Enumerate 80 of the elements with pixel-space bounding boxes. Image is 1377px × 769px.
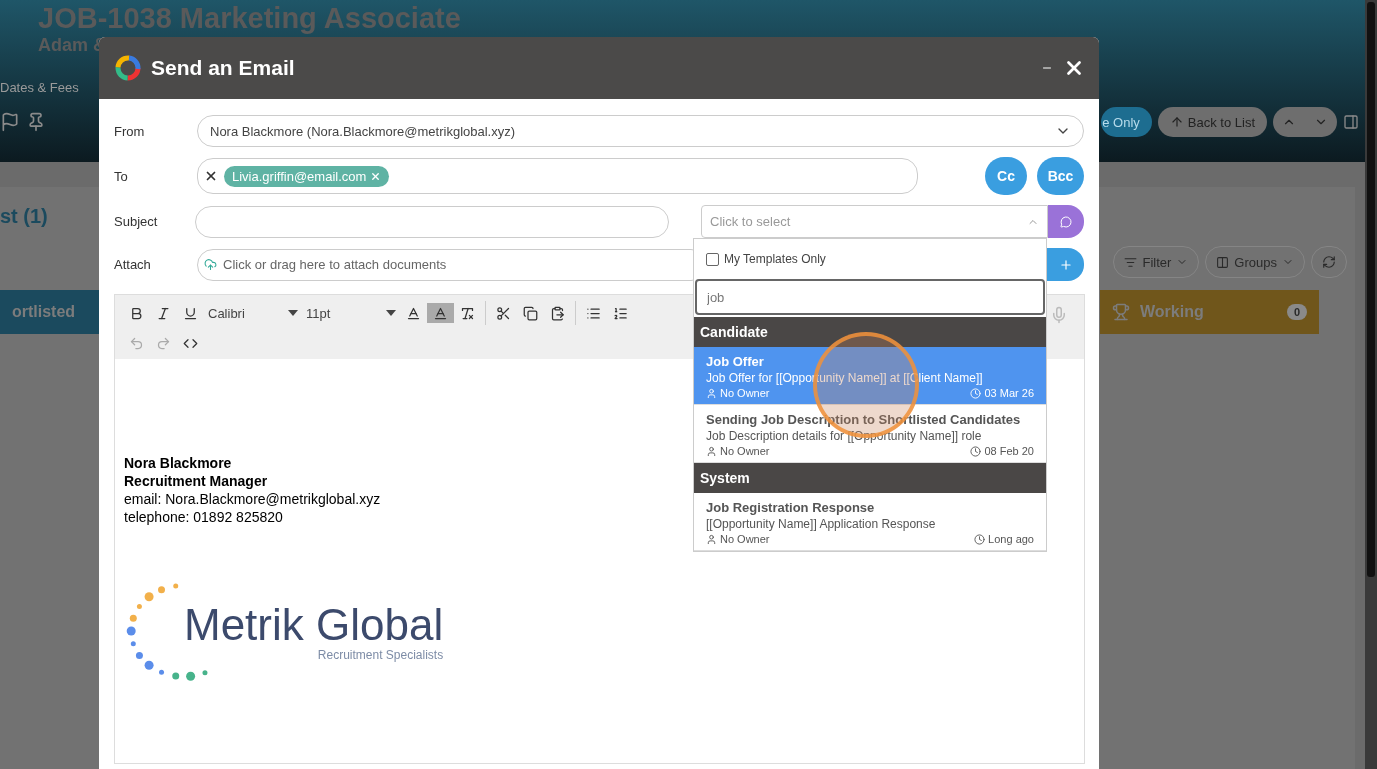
back-to-list-button[interactable]: Back to List	[1157, 107, 1267, 137]
copy-icon[interactable]	[523, 305, 538, 321]
user-icon	[706, 387, 717, 399]
cut-icon[interactable]	[496, 305, 511, 321]
refresh-button[interactable]	[1311, 246, 1347, 278]
template-description: [[Opportunity Name]] Application Response	[706, 517, 937, 531]
template-owner: No Owner	[706, 445, 770, 457]
count-badge: 0	[1286, 304, 1307, 320]
clock-icon	[970, 445, 982, 457]
template-group-header: Candidate	[694, 317, 1046, 347]
upload-icon	[204, 258, 217, 271]
scrollbar[interactable]	[1365, 0, 1377, 769]
user-icon	[706, 533, 717, 545]
section-title: st (1)	[0, 205, 48, 228]
chat-button[interactable]	[1047, 205, 1084, 238]
caret-icon	[288, 310, 298, 316]
template-title: Job Registration Response	[706, 500, 876, 515]
bold-icon[interactable]	[129, 305, 144, 321]
flag-icon[interactable]	[0, 112, 20, 132]
italic-icon[interactable]	[156, 305, 171, 321]
template-description: Job Description details for [[Opportunity Name]] role	[706, 429, 983, 443]
from-label: From	[114, 123, 146, 139]
highlight-color-icon	[433, 305, 448, 321]
template-date: 08 Feb 20	[970, 445, 1034, 457]
numbered-list-icon[interactable]	[613, 305, 628, 321]
template-date: 03 Mar 26	[970, 387, 1034, 399]
logo-name: Metrik Global	[184, 600, 444, 650]
add-button[interactable]	[1047, 248, 1084, 281]
filter-button[interactable]: Filter	[1113, 246, 1200, 278]
bcc-button[interactable]: Bcc	[1037, 157, 1084, 195]
signature-line: telephone: 01892 825820	[124, 508, 283, 526]
panel-icon[interactable]	[1343, 114, 1359, 130]
stage-column-header: Working 0	[1100, 290, 1319, 334]
logo-tagline: Recruitment Specialists	[317, 648, 444, 662]
clock-icon	[970, 387, 982, 399]
recipient-chip[interactable]: Livia.griffin@email.com	[224, 165, 390, 187]
font-select[interactable]: Calibri	[204, 305, 302, 321]
refresh-icon	[1322, 255, 1336, 269]
clear-format-icon[interactable]	[460, 305, 475, 321]
checkbox-square[interactable]	[706, 252, 719, 266]
columns-icon	[1216, 255, 1230, 269]
underline-icon[interactable]	[183, 305, 198, 321]
template-search-field[interactable]: job	[695, 279, 1045, 315]
template-select[interactable]: Click to select	[701, 205, 1048, 238]
caret-icon	[386, 310, 396, 316]
remove-icon	[370, 170, 382, 182]
font-color-icon[interactable]	[406, 305, 421, 321]
subject-label: Subject	[114, 214, 159, 229]
dates-fees-tab[interactable]: Dates & Fees	[0, 80, 79, 95]
attach-label: Attach	[114, 257, 152, 272]
user-icon	[706, 445, 717, 457]
subject-field[interactable]	[195, 205, 670, 238]
stage-column-header: ortlisted	[0, 290, 99, 334]
cc-button[interactable]: Cc	[985, 157, 1027, 195]
signature-line: Recruitment Manager	[124, 472, 268, 490]
template-title: Job Offer	[706, 354, 765, 369]
to-field[interactable]: Livia.griffin@email.com	[197, 158, 918, 194]
to-label: To	[114, 168, 129, 184]
template-date: Long ago	[974, 533, 1034, 545]
trophy-icon	[1112, 303, 1130, 321]
dialog-title: Send an Email	[151, 56, 296, 80]
plus-icon	[1058, 257, 1073, 272]
template-group-header: System	[694, 463, 1046, 493]
highlight-color-button[interactable]	[427, 303, 454, 323]
template-owner: No Owner	[706, 533, 770, 545]
template-owner: No Owner	[706, 387, 770, 399]
filter-icon	[1124, 255, 1138, 269]
header-button[interactable]: e Only	[1101, 107, 1152, 137]
job-title: JOB-1038 Marketing Associate	[37, 2, 462, 35]
signature-line: email: Nora.Blackmore@metrikglobal.xyz	[124, 490, 381, 508]
paste-icon[interactable]	[550, 305, 565, 321]
app-logo-icon	[115, 55, 141, 81]
pin-icon[interactable]	[26, 112, 46, 132]
groups-button[interactable]: Groups	[1205, 246, 1305, 278]
clock-icon	[974, 533, 986, 545]
chat-icon	[1059, 215, 1072, 228]
bullet-list-icon[interactable]	[586, 305, 601, 321]
signature-line: Nora Blackmore	[124, 454, 232, 472]
clear-icon[interactable]	[204, 169, 218, 183]
font-size-select[interactable]: 11pt	[302, 305, 400, 321]
